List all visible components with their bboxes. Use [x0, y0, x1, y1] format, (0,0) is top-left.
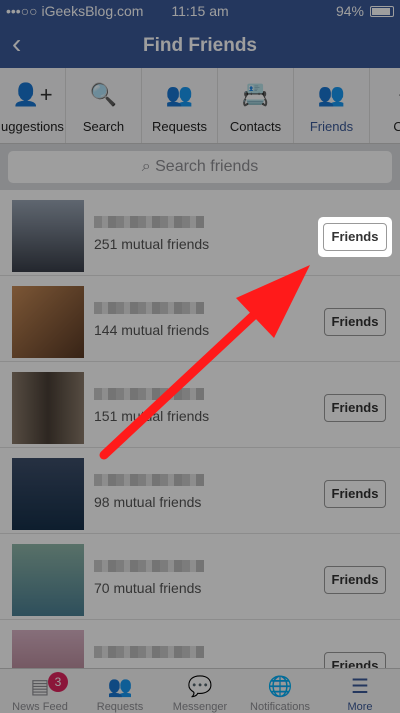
avatar: [12, 544, 84, 616]
nav-bar: ‹ Find Friends: [0, 22, 400, 68]
menu-icon: ☰: [351, 676, 369, 698]
globe-icon: 🌐: [267, 676, 293, 698]
search-bar: ⌕ Search friends: [0, 144, 400, 190]
search-icon: 🔍: [89, 82, 118, 107]
mutual-friends: 144 mutual friends: [94, 322, 210, 338]
tab-requests[interactable]: 👥 Requests: [142, 68, 218, 143]
tab-suggestions[interactable]: 👤+ uggestions: [0, 68, 66, 143]
tab-label: Requests: [152, 119, 207, 134]
tabbar-requests[interactable]: 👥 Requests: [80, 669, 160, 713]
tab-label: Outg: [370, 119, 400, 134]
add-person-icon: 👤+: [12, 82, 53, 107]
tab-label: Contacts: [229, 119, 282, 134]
people-icon: 👥: [165, 82, 194, 107]
friends-button[interactable]: Friends: [324, 480, 386, 508]
tabbar-label: Requests: [96, 701, 144, 713]
blurred-name: [94, 646, 204, 658]
tab-friends[interactable]: 👥 Friends: [294, 68, 370, 143]
tabbar-label: News Feed: [12, 701, 68, 713]
mutual-friends: 251 mutual friends: [94, 236, 210, 252]
blurred-name: [94, 216, 204, 228]
address-book-icon: 📇: [241, 82, 270, 107]
tabbar-label: Notifications: [250, 701, 310, 713]
search-icon: ⌕: [141, 158, 151, 175]
blurred-name: [94, 474, 204, 486]
news-feed-icon: ▤: [30, 676, 50, 698]
status-bar: •••○○ iGeeksBlog.com 11:15 am 94%: [0, 0, 400, 22]
mutual-friends: 98 mutual friends: [94, 494, 202, 510]
friends-button[interactable]: Friends: [323, 223, 387, 251]
tab-outgoing[interactable]: ➜ Outg: [370, 68, 400, 143]
list-item[interactable]: 70 mutual friends Friends: [0, 534, 400, 620]
avatar: [12, 372, 84, 444]
mutual-friends: 70 mutual friends: [94, 580, 202, 596]
tab-search[interactable]: 🔍 Search: [66, 68, 142, 143]
tab-label: Search: [82, 119, 125, 134]
notification-badge: 3: [48, 672, 68, 692]
tabbar-more[interactable]: ☰ More: [320, 669, 400, 713]
highlighted-friends-button[interactable]: Friends: [318, 217, 392, 257]
avatar: [12, 458, 84, 530]
tabbar-messenger[interactable]: 💬 Messenger: [160, 669, 240, 713]
search-placeholder: Search friends: [155, 158, 259, 175]
avatar: [12, 286, 84, 358]
requests-icon: 👥: [107, 676, 133, 698]
list-item[interactable]: Friends: [0, 620, 400, 668]
blurred-name: [94, 560, 204, 572]
tabbar-notifications[interactable]: 🌐 Notifications: [240, 669, 320, 713]
friends-button[interactable]: Friends: [324, 394, 386, 422]
friends-button[interactable]: Friends: [324, 652, 386, 668]
tabbar-label: More: [347, 701, 373, 713]
mutual-friends: 151 mutual friends: [94, 408, 210, 424]
battery-icon: [370, 6, 394, 17]
tabbar-label: Messenger: [172, 701, 228, 713]
search-input[interactable]: ⌕ Search friends: [8, 151, 392, 183]
list-item[interactable]: 98 mutual friends Friends: [0, 448, 400, 534]
friends-button[interactable]: Friends: [324, 308, 386, 336]
page-title: Find Friends: [143, 35, 257, 56]
blurred-name: [94, 388, 204, 400]
friends-icon: 👥: [317, 82, 346, 107]
friends-button[interactable]: Friends: [324, 566, 386, 594]
tabbar-news-feed[interactable]: ▤ 3 News Feed: [0, 669, 80, 713]
battery-percent: 94%: [335, 3, 364, 19]
list-item[interactable]: 151 mutual friends Friends: [0, 362, 400, 448]
bottom-tab-bar: ▤ 3 News Feed 👥 Requests 💬 Messenger 🌐 N…: [0, 668, 400, 713]
friends-list: 251 mutual friends Friends 144 mutual fr…: [0, 190, 400, 668]
avatar: [12, 630, 84, 668]
tab-label: uggestions: [1, 119, 64, 134]
tab-contacts[interactable]: 📇 Contacts: [218, 68, 294, 143]
outgoing-icon: ➜: [370, 82, 400, 108]
messenger-icon: 💬: [187, 676, 213, 698]
friend-tabs: 👤+ uggestions 🔍 Search 👥 Requests 📇 Cont…: [0, 68, 400, 144]
tab-label: Friends: [309, 119, 354, 134]
list-item[interactable]: 144 mutual friends Friends: [0, 276, 400, 362]
blurred-name: [94, 302, 204, 314]
avatar: [12, 200, 84, 272]
